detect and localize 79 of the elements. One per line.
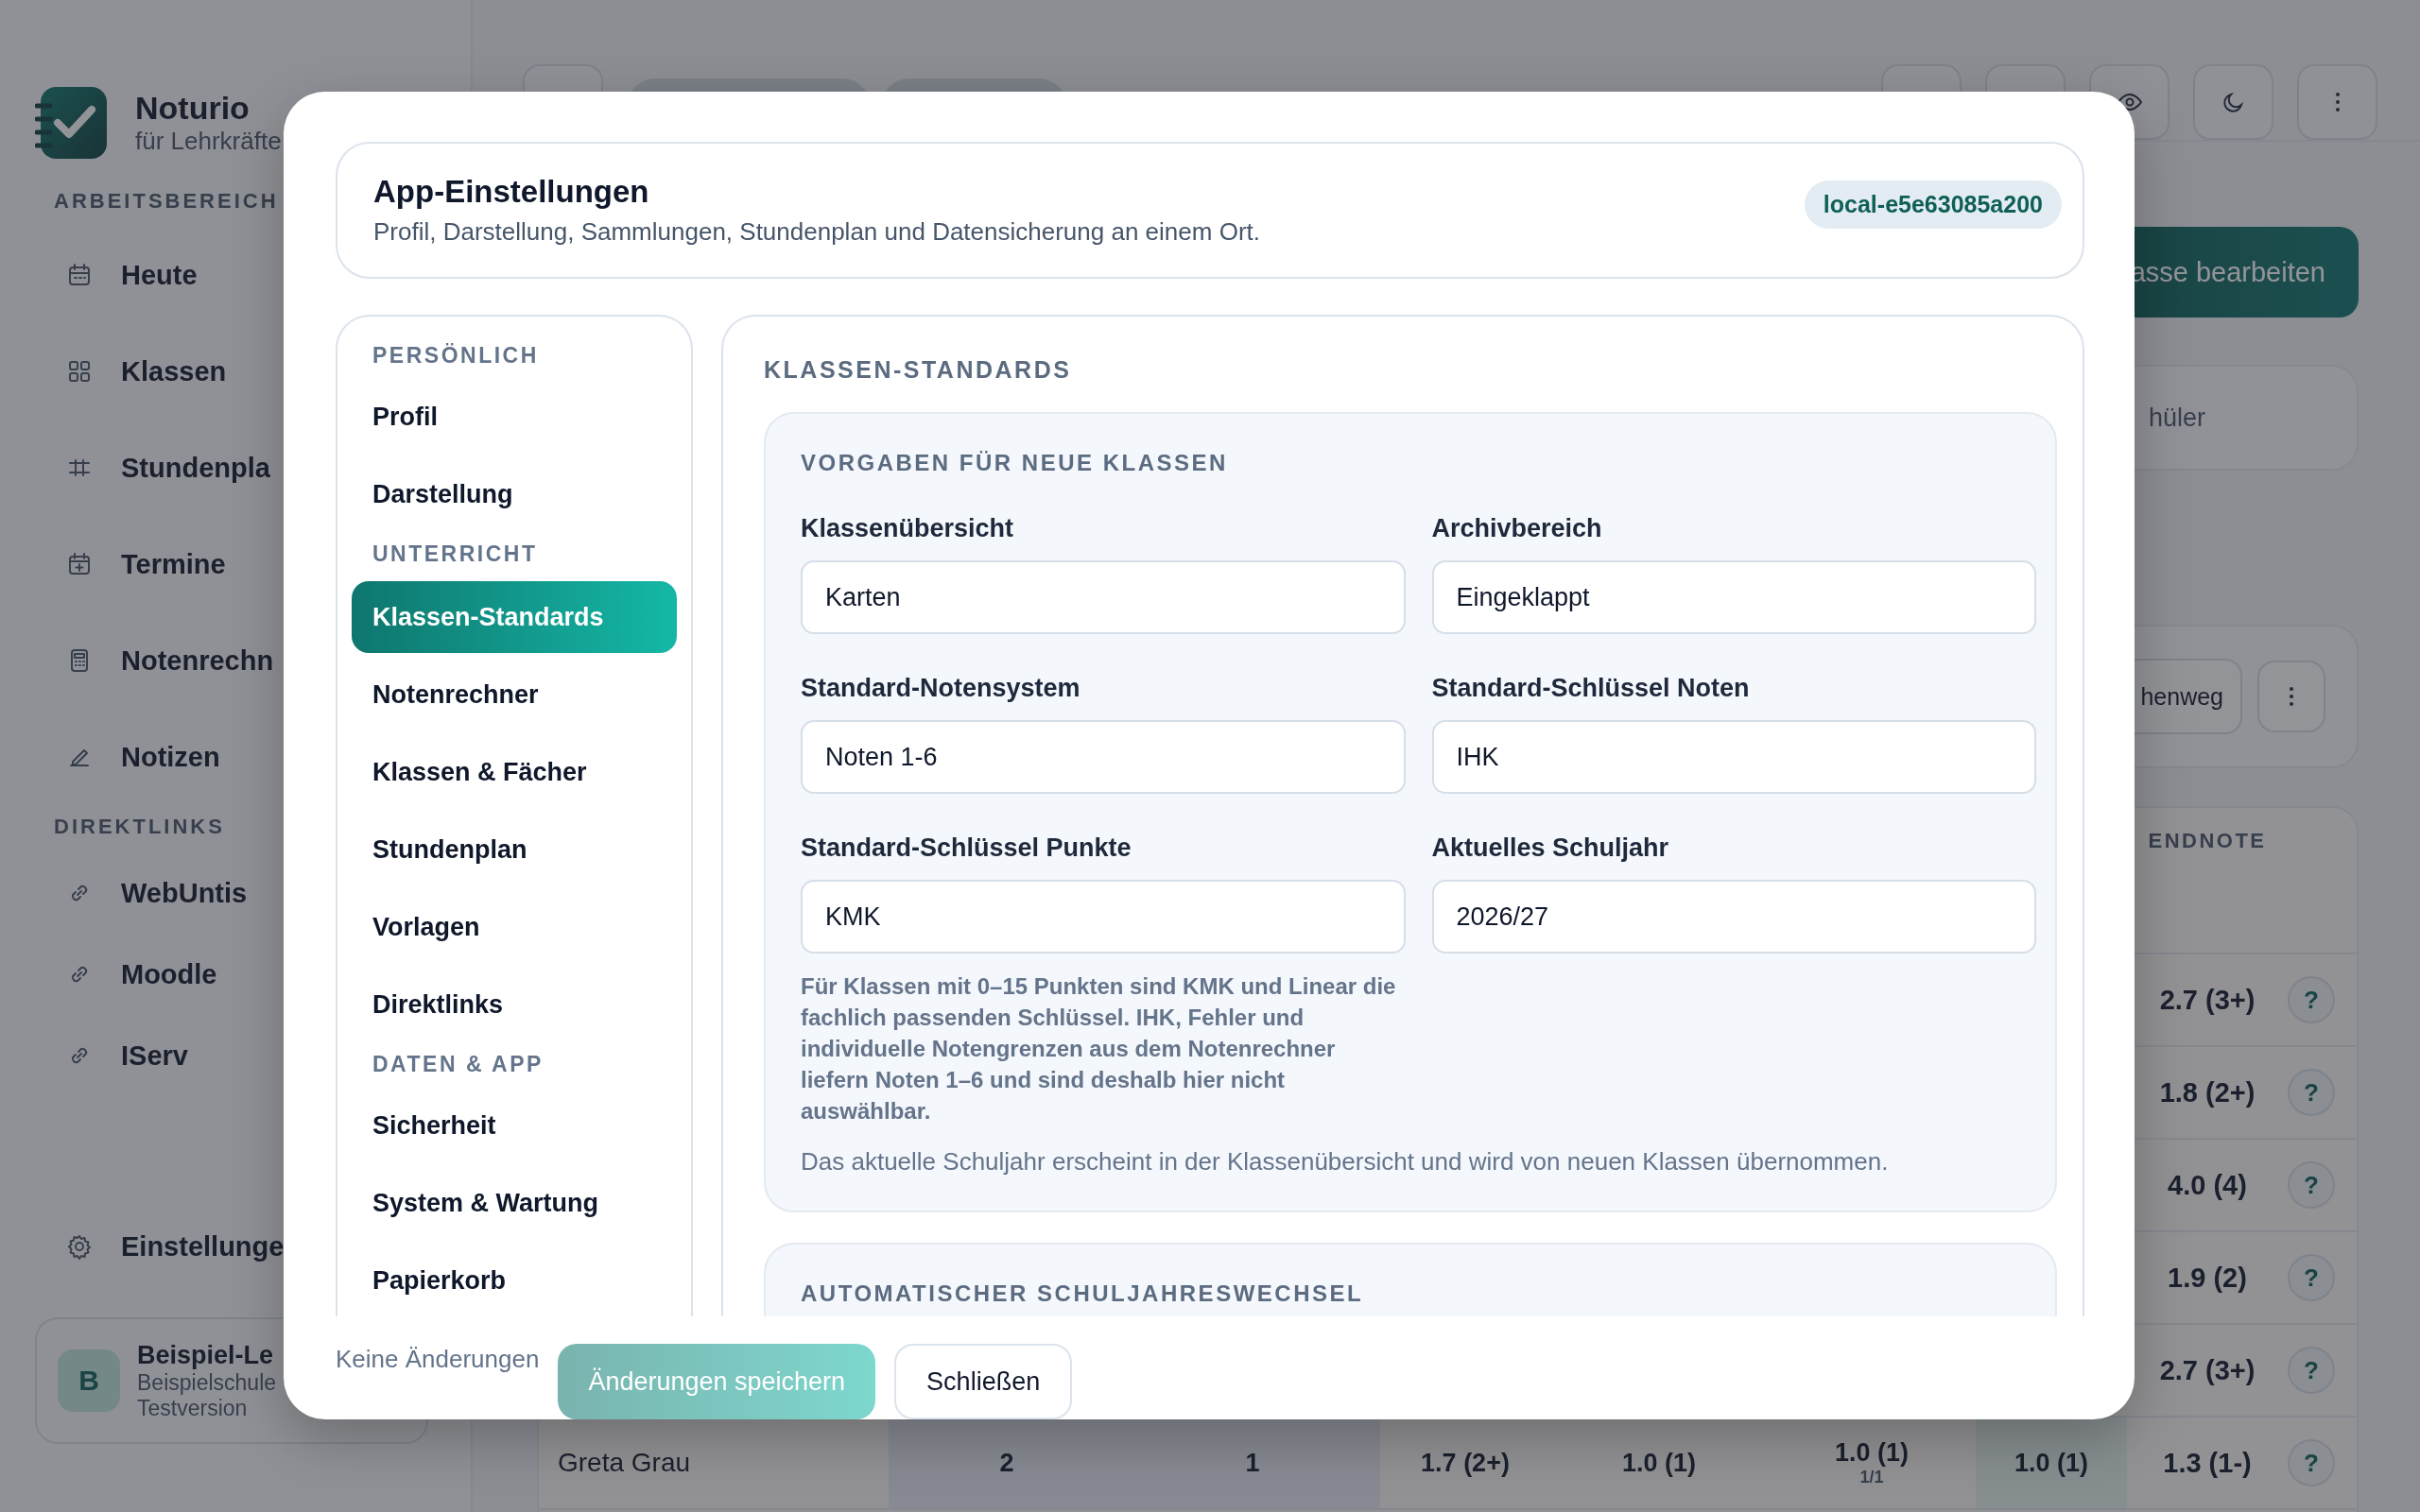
endnote-cell: 2.7 (3+): [2159, 984, 2256, 1016]
section-heading: DIREKTLINKS: [53, 815, 226, 839]
logo-icon: [35, 87, 107, 159]
settings-icon: [66, 1233, 93, 1260]
nav-item[interactable]: Stundenplan: [352, 812, 677, 887]
close-button[interactable]: Schließen: [894, 1344, 1073, 1419]
nav-item[interactable]: Sicherheit: [352, 1088, 677, 1163]
table-cell: 1.0 (1): [2014, 1448, 2088, 1478]
nav-item[interactable]: Direktlinks: [352, 967, 677, 1042]
column-header: ENDNOTE: [2148, 829, 2267, 853]
dialog-subtitle: Profil, Darstellung, Sammlungen, Stundenplan und Datensicherung an einem Ort.: [373, 217, 1260, 247]
table-cell: 2: [999, 1448, 1014, 1478]
input-field[interactable]: Karten: [801, 560, 1406, 634]
endnote-cell: 1.9 (2): [2168, 1262, 2247, 1294]
table-cell: 1.0 (1): [1834, 1438, 1909, 1468]
nav-heading: UNTERRICHT: [372, 541, 539, 568]
pen-icon: [70, 749, 89, 766]
calculator-icon: [71, 649, 88, 672]
app-name: Noturio: [135, 90, 251, 127]
nav-item[interactable]: System & Wartung: [352, 1165, 677, 1241]
nav-heading: DATEN & APP: [372, 1051, 544, 1078]
nav-item[interactable]: Darstellung: [352, 456, 677, 532]
help-button[interactable]: ?: [2288, 976, 2335, 1023]
input-field[interactable]: Noten 1-6: [801, 720, 1406, 794]
input-field[interactable]: KMK: [801, 880, 1406, 954]
field-label: Standard-Schlüssel Punkte: [801, 833, 1132, 863]
endnote-cell: 4.0 (4): [2168, 1169, 2247, 1201]
profile-name: Beispiel-Le: [137, 1340, 275, 1370]
link-icon: [71, 1047, 88, 1064]
field-label: Aktuelles Schuljahr: [1431, 833, 1670, 863]
more-icon: [2289, 685, 2294, 708]
more-button[interactable]: [2297, 64, 2377, 140]
field-label: Klassenübersicht: [801, 514, 1015, 543]
id-badge: local-e5e63085a200: [1804, 180, 2062, 229]
grid-icon: [69, 361, 90, 382]
help-button[interactable]: ?: [2288, 1254, 2335, 1301]
nav-item[interactable]: Profil: [352, 379, 677, 455]
calendar-icon: [69, 264, 90, 285]
profile-plan: Testversion: [137, 1395, 249, 1421]
input-field[interactable]: 2026/27: [1431, 880, 2036, 954]
nav-item[interactable]: Klassen & Fächer: [352, 734, 677, 810]
link-icon: [71, 885, 88, 902]
table-cell: 1.0 (1): [1621, 1448, 1696, 1478]
field-label: Archivbereich: [1431, 514, 1603, 543]
more-icon: [2334, 91, 2341, 113]
table-cell: 1.7 (2+): [1421, 1448, 1510, 1478]
input-field[interactable]: Eingeklappt: [1431, 560, 2036, 634]
hint-text: Für Klassen mit 0–15 Punkten sind KMK und Linear die fachlich passenden Schlüssel. IHK, Fehler und individuelle Notengrenzen aus dem Notenrechner liefern Noten 1–6 und sind deshalb hier nicht auswählbar.: [801, 972, 1397, 1125]
cell-subtext: 1/1: [1859, 1468, 1884, 1487]
calendar-plus-icon: [69, 553, 90, 575]
nav-heading: PERSÖNLICH: [372, 342, 540, 369]
panel-heading: AUTOMATISCHER SCHULJAHRESWECHSEL: [801, 1280, 1365, 1307]
endnote-cell: 2.7 (3+): [2159, 1354, 2256, 1386]
help-button[interactable]: ?: [2288, 1069, 2335, 1116]
help-button[interactable]: ?: [2288, 1347, 2335, 1394]
nav-item[interactable]: Vorlagen: [352, 889, 677, 965]
help-button[interactable]: ?: [2288, 1439, 2335, 1486]
nav-item[interactable]: Notenrechner: [352, 657, 677, 732]
nav-item[interactable]: Papierkorb: [352, 1243, 677, 1316]
link-icon: [71, 966, 88, 983]
endnote-cell: 1.3 (1-): [2163, 1447, 2252, 1479]
panel-heading: VORGABEN FÜR NEUE KLASSEN: [801, 450, 1229, 476]
student-name: Greta Grau: [558, 1448, 691, 1478]
app-tagline: für Lehrkräfte: [135, 127, 282, 156]
search-text: hüler: [2148, 403, 2205, 433]
endnote-cell: 1.8 (2+): [2159, 1076, 2256, 1108]
avatar: B: [58, 1349, 120, 1412]
field-label: Standard-Notensystem: [801, 674, 1081, 703]
dialog-title: App-Einstellungen: [373, 174, 650, 210]
table-cell: 1: [1245, 1448, 1260, 1478]
more-button[interactable]: [2257, 661, 2325, 732]
field-label: Standard-Schlüssel Noten: [1431, 674, 1751, 703]
section-heading: KLASSEN-STANDARDS: [764, 356, 1073, 384]
note-text: Das aktuelle Schuljahr erscheint in der Klassenübersicht und wird von neuen Klassen übernommen.: [801, 1147, 1890, 1177]
nav-item[interactable]: Klassen-Standards: [352, 581, 677, 653]
profile-school: Beispielschule: [137, 1369, 277, 1396]
input-field[interactable]: IHK: [1431, 720, 2036, 794]
table-icon: [69, 459, 90, 476]
help-button[interactable]: ?: [2288, 1161, 2335, 1209]
